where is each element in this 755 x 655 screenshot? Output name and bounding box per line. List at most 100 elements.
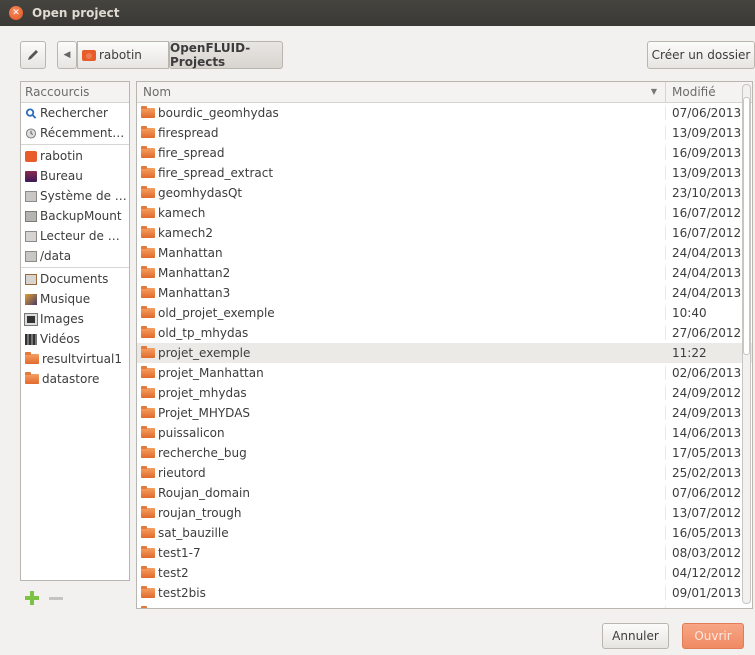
place-item-datastore[interactable]: datastore — [21, 369, 129, 389]
place-label: /data — [40, 249, 72, 263]
file-modified: 13/09/2013 — [665, 126, 745, 140]
place-item-reader[interactable]: Lecteur de … — [21, 226, 129, 246]
folder-icon — [141, 366, 155, 378]
edit-location-button[interactable] — [20, 41, 46, 69]
file-name-cell: test2bis — [137, 586, 665, 600]
file-name: Manhattan2 — [158, 266, 231, 280]
open-label: Ouvrir — [694, 629, 732, 643]
place-item-music[interactable]: Musique — [21, 289, 129, 309]
column-header-modified[interactable]: Modifié — [665, 82, 745, 102]
table-row[interactable]: recherche_bug 17/05/2013 — [137, 443, 752, 463]
file-name: old_tp_mhydas — [158, 326, 249, 340]
file-name-cell: projet_mhydas — [137, 386, 665, 400]
place-item-images[interactable]: Images — [21, 309, 129, 329]
table-row[interactable]: firespread 13/09/2013 — [137, 123, 752, 143]
path-scroll-left-button[interactable]: ◀ — [57, 41, 77, 69]
table-row[interactable]: kamech 16/07/2012 — [137, 203, 752, 223]
folder-icon — [141, 446, 155, 458]
place-item-resultvirtual1[interactable]: resultvirtual1 — [21, 349, 129, 369]
table-row[interactable]: Manhattan3 24/04/2013 — [137, 283, 752, 303]
folder-icon — [141, 246, 155, 258]
table-row[interactable]: Manhattan2 24/04/2013 — [137, 263, 752, 283]
table-row[interactable]: projet_Manhattan 02/06/2013 — [137, 363, 752, 383]
file-modified: 16/05/2013 — [665, 526, 745, 540]
cancel-button[interactable]: Annuler — [602, 623, 669, 649]
add-bookmark-icon[interactable] — [25, 591, 39, 605]
folder-icon — [141, 286, 155, 298]
home-folder-icon — [25, 150, 37, 162]
breadcrumb-home[interactable]: rabotin — [77, 41, 169, 69]
table-row[interactable]: Manhattan 24/04/2013 — [137, 243, 752, 263]
place-label: Rechercher — [40, 106, 108, 120]
file-name-cell: bourdic_geomhydas — [137, 106, 665, 120]
table-row[interactable]: projet_exemple 11:22 — [137, 343, 752, 363]
place-item-videos[interactable]: Vidéos — [21, 329, 129, 349]
table-row[interactable]: kamech2 16/07/2012 — [137, 223, 752, 243]
table-row[interactable]: projet_mhydas 24/09/2012 — [137, 383, 752, 403]
breadcrumb-current[interactable]: OpenFLUID-Projects — [169, 41, 283, 69]
table-row[interactable]: roujan_trough 13/07/2012 — [137, 503, 752, 523]
file-name-cell: projet_exemple — [137, 346, 665, 360]
file-modified: 09/01/2013 — [665, 586, 745, 600]
cancel-label: Annuler — [612, 629, 659, 643]
file-name-cell: Projet_MHYDAS — [137, 406, 665, 420]
file-name: projet_mhydas — [158, 386, 247, 400]
table-row[interactable]: Projet_MHYDAS 24/09/2013 — [137, 403, 752, 423]
file-modified: 10:40 — [665, 306, 745, 320]
scrollbar-thumb[interactable] — [743, 97, 750, 355]
file-rows: bourdic_geomhydas 07/06/2013 firespread 13/… — [137, 103, 752, 608]
folder-icon — [25, 352, 39, 364]
table-row[interactable]: old_projet_exemple 10:40 — [137, 303, 752, 323]
file-name: fire_spread_extract — [158, 166, 274, 180]
file-modified: 04/12/2012 — [665, 566, 745, 580]
places-sidebar: Raccourcis Rechercher Récemment… rabotin… — [20, 81, 130, 581]
place-item-search[interactable]: Rechercher — [21, 103, 129, 123]
table-row[interactable]: test2ter 10/01/2013 — [137, 603, 752, 608]
table-row[interactable]: fire_spread_extract 13/09/2013 — [137, 163, 752, 183]
remove-bookmark-icon[interactable] — [49, 597, 63, 600]
place-item-desktop[interactable]: Bureau — [21, 166, 129, 186]
place-label: resultvirtual1 — [42, 352, 122, 366]
place-label: Récemment… — [40, 126, 125, 140]
place-item-home[interactable]: rabotin — [21, 146, 129, 166]
place-item-data[interactable]: /data — [21, 246, 129, 266]
table-row[interactable]: test1-7 08/03/2012 — [137, 543, 752, 563]
folder-icon — [141, 526, 155, 538]
folder-icon — [141, 586, 155, 598]
folder-icon — [141, 226, 155, 238]
close-icon[interactable]: ✕ — [9, 6, 23, 20]
place-item-recent[interactable]: Récemment… — [21, 123, 129, 143]
table-row[interactable]: puissalicon 14/06/2013 — [137, 423, 752, 443]
table-row[interactable]: geomhydasQt 23/10/2013 — [137, 183, 752, 203]
table-row[interactable]: sat_bauzille 16/05/2013 — [137, 523, 752, 543]
pencil-icon — [28, 50, 38, 60]
table-row[interactable]: old_tp_mhydas 27/06/2012 — [137, 323, 752, 343]
place-item-documents[interactable]: Documents — [21, 269, 129, 289]
column-header-name[interactable]: Nom ▼ — [137, 82, 665, 102]
file-name-cell: puissalicon — [137, 426, 665, 440]
place-item-filesystem[interactable]: Système de … — [21, 186, 129, 206]
table-row[interactable]: fire_spread 16/09/2013 — [137, 143, 752, 163]
file-name-cell: test2ter — [137, 606, 665, 608]
open-button[interactable]: Ouvrir — [682, 623, 744, 649]
folder-icon — [141, 346, 155, 358]
vertical-scrollbar[interactable] — [742, 84, 751, 604]
table-row[interactable]: rieutord 25/02/2013 — [137, 463, 752, 483]
folder-icon — [141, 486, 155, 498]
file-name: kamech — [158, 206, 206, 220]
create-folder-button[interactable]: Créer un dossier — [647, 41, 755, 69]
folder-icon — [141, 386, 155, 398]
place-label: rabotin — [40, 149, 83, 163]
file-name-cell: rieutord — [137, 466, 665, 480]
drive-icon — [25, 250, 37, 262]
table-row[interactable]: test2bis 09/01/2013 — [137, 583, 752, 603]
search-icon — [25, 107, 37, 119]
place-item-backupmount[interactable]: BackupMount — [21, 206, 129, 226]
table-row[interactable]: bourdic_geomhydas 07/06/2013 — [137, 103, 752, 123]
table-row[interactable]: test2 04/12/2012 — [137, 563, 752, 583]
folder-icon — [141, 206, 155, 218]
table-row[interactable]: Roujan_domain 07/06/2012 — [137, 483, 752, 503]
drive-icon — [25, 210, 37, 222]
file-name: test2ter — [158, 606, 206, 608]
file-name: Roujan_domain — [158, 486, 250, 500]
